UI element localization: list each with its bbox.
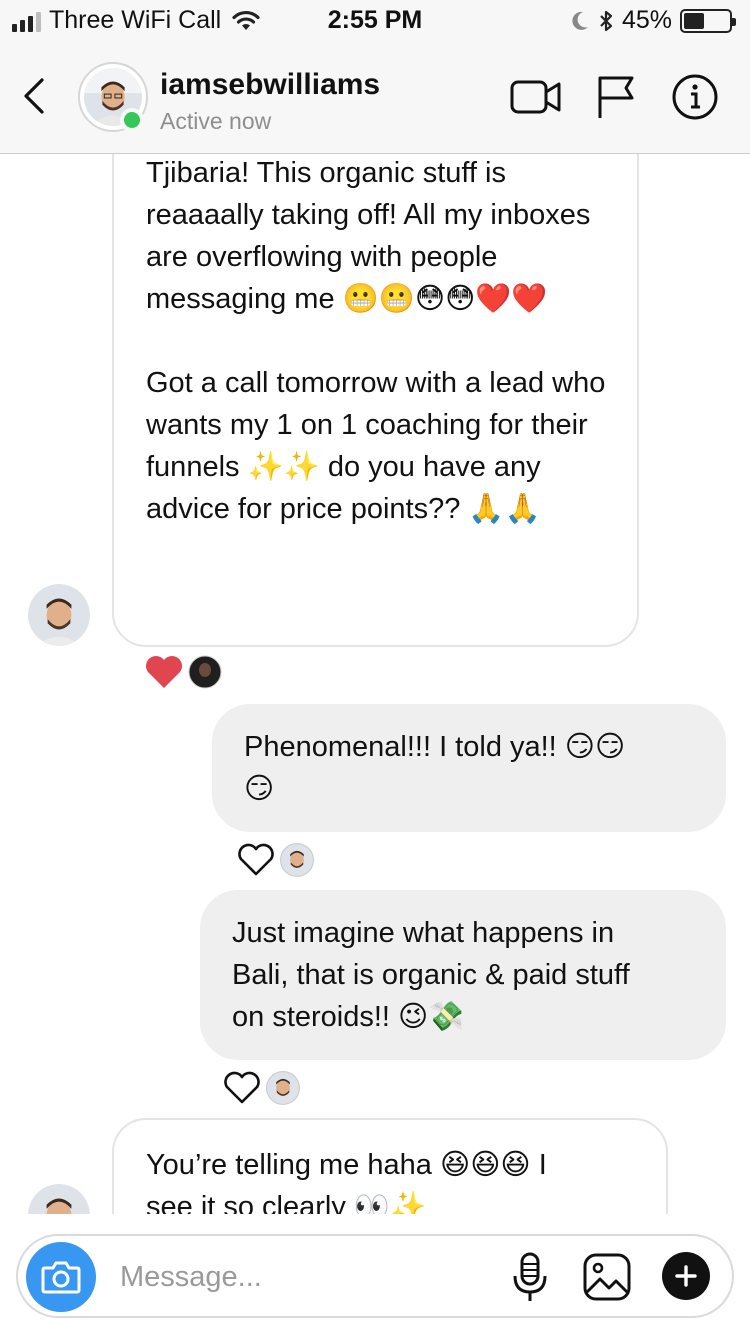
camera-button[interactable]: [26, 1242, 96, 1312]
heart-outline-icon: [224, 1071, 260, 1104]
video-call-icon[interactable]: [510, 78, 562, 116]
reactor-avatar: [280, 843, 314, 877]
outgoing-message-bubble[interactable]: Just imagine what happens in Bali, that …: [200, 890, 726, 1060]
plus-icon: [675, 1265, 697, 1287]
status-right: 45%: [570, 6, 736, 35]
gallery-icon[interactable]: [582, 1252, 632, 1302]
message-reactions[interactable]: [222, 1070, 300, 1106]
status-bar: Three WiFi Call 2:55 PM 45%: [0, 0, 750, 40]
microphone-icon[interactable]: [512, 1252, 548, 1304]
message-text: Phenomenal!!! I told ya!! 😏😏: [244, 731, 626, 763]
battery-icon: [680, 8, 736, 33]
message-text: Just imagine what happens in: [232, 917, 615, 949]
sender-avatar[interactable]: [28, 584, 90, 646]
incoming-message-bubble[interactable]: Tjibaria! This organic stuff is reaaaall…: [112, 154, 639, 647]
message-text: on steroids!! 😉💸: [232, 1001, 465, 1033]
outgoing-message-bubble[interactable]: Phenomenal!!! I told ya!! 😏😏 😏: [212, 704, 726, 832]
message-text: 😏: [244, 773, 275, 805]
chat-username[interactable]: iamsebwilliams: [160, 68, 380, 102]
message-text: Bali, that is organic & paid stuff: [232, 959, 630, 991]
online-status-dot: [120, 108, 144, 132]
message-text: see it so clearly 👀✨: [146, 1191, 427, 1214]
message-reactions[interactable]: [144, 654, 222, 690]
info-icon[interactable]: [670, 72, 720, 122]
sender-avatar[interactable]: [28, 1184, 90, 1214]
camera-icon: [41, 1261, 81, 1294]
reactor-avatar: [188, 655, 222, 689]
message-text: Got a call tomorrow with a lead who want…: [146, 367, 606, 525]
heart-reaction-icon: [146, 656, 182, 688]
message-list[interactable]: Tjibaria! This organic stuff is reaaaall…: [0, 154, 750, 1214]
profile-photo: [28, 1184, 90, 1214]
message-composer: [16, 1234, 734, 1318]
moon-icon: [572, 11, 588, 30]
conversation-header: iamsebwilliams Active now: [0, 40, 750, 154]
active-status: Active now: [160, 108, 272, 134]
incoming-message-bubble[interactable]: You’re telling me haha 😆😆😆 I see it so c…: [112, 1118, 668, 1214]
profile-photo: [28, 584, 90, 646]
battery-percent: 45%: [621, 6, 672, 34]
flag-icon[interactable]: [596, 74, 636, 120]
message-input[interactable]: [120, 1256, 480, 1298]
battery-level: [684, 12, 704, 29]
heart-outline-icon: [238, 843, 274, 876]
back-chevron-icon[interactable]: [20, 76, 50, 116]
reactor-avatar: [266, 1071, 300, 1105]
plus-button[interactable]: [662, 1252, 710, 1300]
message-text: You’re telling me haha 😆😆😆 I: [146, 1149, 547, 1181]
message-reactions[interactable]: [236, 842, 314, 878]
message-text: Tjibaria! This organic stuff is reaaaall…: [146, 157, 591, 315]
bluetooth-icon: [600, 10, 613, 31]
